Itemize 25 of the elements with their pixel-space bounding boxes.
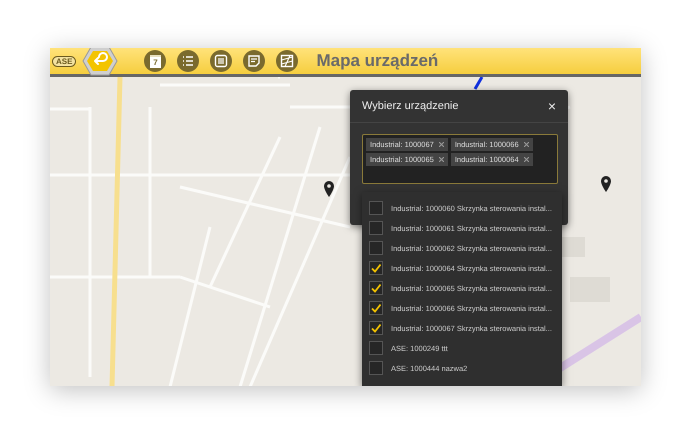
checkbox[interactable] [369, 341, 383, 355]
checkbox[interactable] [369, 361, 383, 375]
map-pin-icon[interactable] [601, 176, 611, 192]
hexagon-back-icon[interactable] [82, 48, 118, 76]
map-button[interactable] [276, 50, 298, 72]
checkbox[interactable] [369, 261, 383, 275]
calendar-button[interactable]: 7 [144, 50, 166, 72]
remove-icon[interactable] [524, 157, 529, 162]
logo: ASE [52, 56, 76, 66]
close-button[interactable]: × [546, 98, 558, 114]
checkbox[interactable] [369, 221, 383, 235]
map-pin-icon[interactable] [324, 181, 334, 197]
page-title: Mapa urządzeń [316, 51, 438, 71]
remove-icon[interactable] [438, 142, 444, 147]
checkbox[interactable] [369, 281, 383, 295]
dialog-title: Wybierz urządzenie [362, 100, 458, 112]
checkbox[interactable] [369, 201, 383, 215]
remove-icon[interactable] [524, 142, 529, 147]
list-button[interactable] [177, 50, 200, 72]
remove-icon[interactable] [438, 157, 444, 162]
note-button[interactable] [243, 50, 266, 72]
checkbox[interactable] [369, 321, 383, 335]
checkbox[interactable] [369, 241, 383, 255]
menu-button[interactable] [210, 50, 232, 72]
checkbox[interactable] [369, 301, 383, 315]
